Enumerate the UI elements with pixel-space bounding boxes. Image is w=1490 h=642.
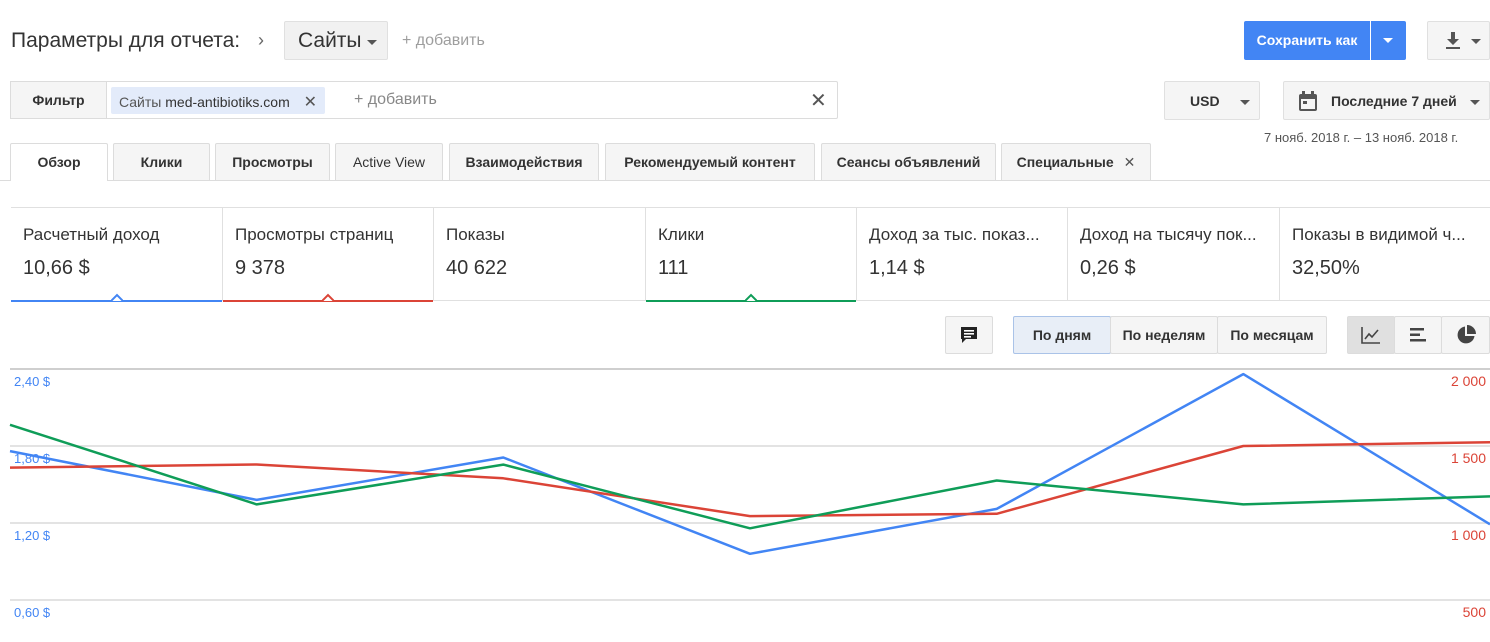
caret-down-icon bbox=[1383, 38, 1393, 43]
pie-chart-button[interactable] bbox=[1441, 316, 1490, 354]
dimension-selected-label: Сайты bbox=[298, 29, 362, 52]
metric-cards: Расчетный доход 10,66 $ Просмотры страни… bbox=[11, 207, 1490, 302]
add-dimension-link[interactable]: + добавить bbox=[402, 32, 485, 50]
left-axis-tick: 2,40 $ bbox=[14, 374, 51, 389]
metric-card-clicks[interactable]: Клики 111 bbox=[646, 208, 857, 302]
performance-line-chart: 2,40 $ 1,80 $ 1,20 $ 0,60 $ 2 000 1 500 1 000 5… bbox=[9, 368, 1490, 620]
currency-label: USD bbox=[1190, 93, 1220, 109]
caret-down-icon bbox=[1240, 100, 1250, 105]
granularity-day-button[interactable]: По дням bbox=[1013, 316, 1111, 354]
pie-chart-icon bbox=[1457, 325, 1476, 344]
metric-value: 111 bbox=[658, 257, 689, 279]
metric-value: 40 622 bbox=[446, 257, 508, 279]
report-params-title: Параметры для отчета: bbox=[11, 29, 241, 52]
remove-filter-icon[interactable]: ✕ bbox=[304, 94, 317, 111]
chevron-right-icon: › bbox=[258, 30, 264, 50]
tabs-divider bbox=[0, 180, 1490, 181]
close-tab-icon[interactable]: ✕ bbox=[1124, 154, 1136, 170]
metric-label: Расчетный доход bbox=[23, 225, 160, 244]
download-button[interactable] bbox=[1427, 21, 1490, 60]
left-axis-tick: 0,60 $ bbox=[14, 605, 51, 620]
metric-card-rpm-pageviews[interactable]: Доход на тысячу пок... 0,26 $ bbox=[1068, 208, 1280, 301]
save-as-menu-button[interactable] bbox=[1371, 21, 1406, 60]
left-axis-tick: 1,80 $ bbox=[14, 451, 51, 466]
series-line-clicks bbox=[9, 423, 1490, 530]
tab-custom[interactable]: Специальные ✕ bbox=[1001, 143, 1151, 180]
bar-chart-button[interactable] bbox=[1394, 316, 1442, 354]
tab-overview[interactable]: Обзор bbox=[10, 143, 108, 181]
caret-down-icon bbox=[1471, 39, 1481, 44]
chart-series bbox=[9, 372, 1490, 556]
date-range-dropdown[interactable]: Последние 7 дней bbox=[1283, 81, 1490, 120]
date-range-text: 7 нояб. 2018 г. – 13 нояб. 2018 г. bbox=[1264, 130, 1459, 145]
metric-value: 10,66 $ bbox=[23, 257, 90, 279]
tab-interactions[interactable]: Взаимодействия bbox=[449, 143, 599, 180]
caret-down-icon bbox=[1470, 100, 1480, 105]
metric-value: 1,14 $ bbox=[869, 257, 925, 279]
filter-label[interactable]: Фильтр bbox=[10, 81, 107, 119]
caret-down-icon bbox=[367, 40, 377, 45]
tab-recommended-content[interactable]: Рекомендуемый контент bbox=[605, 143, 815, 180]
metric-card-viewability[interactable]: Показы в видимой ч... 32,50% bbox=[1280, 208, 1490, 301]
series-line-pageviews bbox=[9, 440, 1490, 518]
metric-label: Просмотры страниц bbox=[235, 225, 394, 244]
calendar-icon bbox=[1299, 91, 1317, 111]
metric-value: 32,50% bbox=[1292, 257, 1360, 279]
date-preset-label: Последние 7 дней bbox=[1331, 93, 1457, 109]
tab-active-view[interactable]: Active View bbox=[335, 143, 443, 180]
filter-chip[interactable]: Сайты med-antibiotiks.com ✕ bbox=[111, 87, 326, 114]
metric-card-impressions[interactable]: Показы 40 622 bbox=[434, 208, 646, 301]
comment-icon bbox=[961, 327, 977, 343]
metric-card-pageviews[interactable]: Просмотры страниц 9 378 bbox=[223, 208, 434, 302]
line-chart-icon bbox=[1361, 327, 1380, 344]
metric-card-rpm-impressions[interactable]: Доход за тыс. показ... 1,14 $ bbox=[857, 208, 1068, 301]
left-axis-tick: 1,20 $ bbox=[14, 528, 51, 543]
right-axis-tick: 2 000 bbox=[1451, 373, 1486, 389]
tab-ad-sessions[interactable]: Сеансы объявлений bbox=[821, 143, 996, 180]
metric-value: 0,26 $ bbox=[1080, 257, 1136, 279]
granularity-week-button[interactable]: По неделям bbox=[1110, 316, 1218, 354]
save-as-button[interactable]: Сохранить как bbox=[1244, 21, 1370, 60]
filter-chip-prefix: Сайты bbox=[119, 94, 162, 110]
bar-chart-icon bbox=[1410, 328, 1426, 342]
tab-custom-label: Специальные bbox=[1016, 154, 1114, 170]
tab-views[interactable]: Просмотры bbox=[215, 143, 330, 180]
metric-label: Клики bbox=[658, 225, 705, 244]
right-axis-tick: 1 000 bbox=[1451, 527, 1486, 543]
currency-dropdown[interactable]: USD bbox=[1164, 81, 1260, 120]
filter-chip-value: med-antibiotiks.com bbox=[165, 94, 290, 110]
add-annotation-button[interactable] bbox=[945, 316, 993, 354]
metric-notch bbox=[322, 293, 334, 301]
tab-clicks[interactable]: Клики bbox=[113, 143, 210, 180]
metric-label: Показы в видимой ч... bbox=[1292, 225, 1466, 244]
metric-card-revenue[interactable]: Расчетный доход 10,66 $ bbox=[11, 208, 223, 302]
metric-label: Показы bbox=[446, 225, 505, 244]
chart-grid bbox=[10, 368, 1490, 601]
metric-value: 9 378 bbox=[235, 257, 286, 279]
right-axis-tick: 500 bbox=[1463, 604, 1487, 620]
download-icon bbox=[1446, 32, 1460, 49]
dimension-dropdown[interactable]: Сайты bbox=[284, 21, 388, 60]
add-filter-link[interactable]: + добавить bbox=[354, 91, 437, 109]
metric-label: Доход на тысячу пок... bbox=[1080, 225, 1257, 244]
granularity-month-button[interactable]: По месяцам bbox=[1217, 316, 1327, 354]
metric-notch bbox=[110, 293, 123, 301]
clear-filters-icon[interactable]: ✕ bbox=[810, 88, 827, 113]
line-chart-button[interactable] bbox=[1347, 316, 1395, 354]
right-axis-tick: 1 500 bbox=[1451, 450, 1486, 466]
metric-notch bbox=[745, 293, 757, 301]
metric-label: Доход за тыс. показ... bbox=[869, 225, 1040, 244]
